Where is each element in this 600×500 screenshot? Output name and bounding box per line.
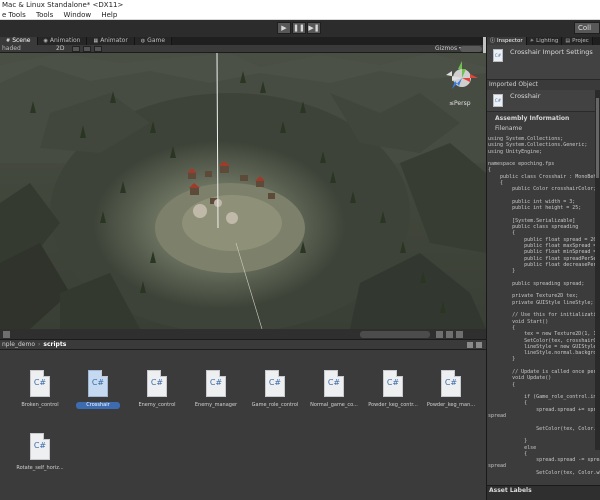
play-button[interactable]: ▶ <box>277 22 291 34</box>
2d-toggle[interactable]: 2D <box>56 45 64 53</box>
csharp-script-icon: C# <box>493 49 503 62</box>
asset-grid: C# Broken_control C# Crosshair C# Enemy_… <box>0 350 486 500</box>
projection-label[interactable]: ≤Persp <box>449 100 471 107</box>
tab-animation-label: Animation <box>49 37 81 44</box>
csharp-script-icon: C# <box>383 370 403 397</box>
shading-mode-dropdown[interactable]: haded <box>2 45 21 53</box>
filter-type-icon[interactable] <box>436 331 443 338</box>
imported-object-header: Imported Object <box>487 80 600 90</box>
menu-item-help[interactable]: Help <box>101 11 117 19</box>
project-search-input[interactable] <box>360 331 430 338</box>
create-icon[interactable] <box>3 331 10 338</box>
breadcrumb-item[interactable]: nple_demo <box>2 341 35 348</box>
csharp-script-icon: C# <box>88 370 108 397</box>
audio-toggle[interactable] <box>83 46 91 52</box>
inspector-panel: ⓘ Inspector ☀ Lighting ▤ Projec C# Crosshai… <box>487 37 600 500</box>
animator-icon: ▦ <box>93 38 99 44</box>
asset-label: Rotate_self_horiz... <box>16 465 64 471</box>
asset-label: ... <box>0 473 8 480</box>
csharp-script-icon: C# <box>30 433 50 460</box>
assembly-info-heading: Assembly Information <box>495 115 570 122</box>
asset-item[interactable]: C# Rotate_self_horiz... <box>10 433 70 472</box>
object-name: Crosshair <box>510 92 541 100</box>
asset-labels-bar[interactable]: Asset Labels <box>487 485 600 500</box>
breadcrumb-current[interactable]: scripts <box>43 341 66 348</box>
filter-label-icon[interactable] <box>446 331 453 338</box>
menu-bar: e Tools Tools Window Help <box>0 10 600 20</box>
inspector-title: Crosshair Import Settings <box>510 48 593 56</box>
scene-icon: # <box>6 38 11 44</box>
imported-object-row: C# Crosshair <box>487 90 600 112</box>
tab-project[interactable]: ▤ Projec <box>562 37 593 45</box>
pause-button[interactable]: ❚❚ <box>292 22 306 34</box>
asset-label: Powder_keg_contr... <box>368 402 418 408</box>
tab-animator[interactable]: ▦ Animator <box>87 37 135 45</box>
terrain-render <box>0 53 486 329</box>
asset-labels-title: Asset Labels <box>489 487 532 494</box>
lighting-toggle[interactable] <box>72 46 80 52</box>
effects-toggle[interactable] <box>94 46 102 52</box>
tab-inspector[interactable]: ⓘ Inspector <box>487 37 527 45</box>
lighting-icon: ☀ <box>529 38 535 44</box>
tab-animator-label: Animator <box>100 37 128 44</box>
asset-item[interactable]: C# Enemy_control <box>127 370 187 409</box>
scene-view-toolbar: haded 2D Gizmos ▾ <box>0 45 483 53</box>
filename-label: Filename <box>495 125 523 132</box>
project-header <box>0 329 486 340</box>
asset-item[interactable]: C# Enemy_manager <box>186 370 246 409</box>
animation-icon: ◉ <box>43 38 48 44</box>
asset-label: Broken_control <box>21 402 59 408</box>
menu-item-window[interactable]: Window <box>64 11 92 19</box>
asset-item[interactable]: C# Powder_keg_contr... <box>363 370 423 409</box>
folder-icon: ▤ <box>565 38 571 44</box>
scene-search-input[interactable] <box>460 46 482 52</box>
scene-view[interactable]: ≤Persp <box>0 53 486 329</box>
menu-icon[interactable] <box>476 342 482 348</box>
step-button[interactable]: ▶❚ <box>307 22 321 34</box>
csharp-script-icon: C# <box>30 370 50 397</box>
asset-label: Crosshair <box>76 402 120 409</box>
tab-game-label: Game <box>147 37 166 44</box>
window-title: Mac & Linux Standalone* <DX11> <box>2 1 124 9</box>
asset-item-selected[interactable]: C# Crosshair <box>68 370 128 409</box>
inspector-scrollbar[interactable] <box>595 90 600 450</box>
asset-item[interactable]: C# Normal_game_co... <box>304 370 364 409</box>
csharp-script-icon: C# <box>493 94 503 107</box>
asset-label: Powder_keg_man... <box>426 402 476 408</box>
script-source-preview: using System.Collections; using System.C… <box>488 136 600 476</box>
lock-icon[interactable] <box>467 342 473 348</box>
tab-lighting[interactable]: ☀ Lighting <box>526 37 563 45</box>
asset-label: Game_role_control <box>251 402 299 408</box>
asset-label: Enemy_control <box>138 402 176 408</box>
csharp-script-icon: C# <box>265 370 285 397</box>
breadcrumb: nple_demo › scripts <box>0 340 486 350</box>
gizmos-dropdown[interactable]: Gizmos ▾ <box>435 45 462 53</box>
favorite-icon[interactable] <box>456 331 463 338</box>
scene-tab-strip: # Scene ◉ Animation ▦ Animator ◍ Game <box>0 37 483 45</box>
window-title-bar: Mac & Linux Standalone* <DX11> <box>0 0 600 10</box>
collab-button[interactable]: Coll <box>574 22 600 34</box>
asset-item[interactable]: C# Game_role_control <box>245 370 305 409</box>
csharp-script-icon: C# <box>324 370 344 397</box>
tab-animation[interactable]: ◉ Animation <box>37 37 88 45</box>
asset-label: Normal_game_co... <box>310 402 358 408</box>
scrollbar-thumb[interactable] <box>596 98 599 178</box>
csharp-script-icon: C# <box>147 370 167 397</box>
menu-item-tools[interactable]: Tools <box>36 11 53 19</box>
csharp-script-icon: C# <box>441 370 461 397</box>
asset-item-partial[interactable]: ... <box>0 468 8 480</box>
play-controls: ▶ ❚❚ ▶❚ <box>277 22 321 34</box>
inspector-header: C# Crosshair Import Settings <box>487 45 600 80</box>
csharp-script-icon: C# <box>206 370 226 397</box>
asset-label: Enemy_manager <box>194 402 238 408</box>
asset-item[interactable]: C# Powder_keg_man... <box>421 370 481 409</box>
tab-scene-label: Scene <box>12 37 31 44</box>
inspector-tab-strip: ⓘ Inspector ☀ Lighting ▤ Projec <box>487 37 600 45</box>
info-icon: ⓘ <box>490 38 496 44</box>
menu-item-tools-partial[interactable]: e Tools <box>2 11 26 19</box>
tab-game[interactable]: ◍ Game <box>134 37 173 45</box>
tab-scene[interactable]: # Scene <box>0 37 38 45</box>
game-icon: ◍ <box>140 38 146 44</box>
asset-item[interactable]: C# Broken_control <box>10 370 70 409</box>
